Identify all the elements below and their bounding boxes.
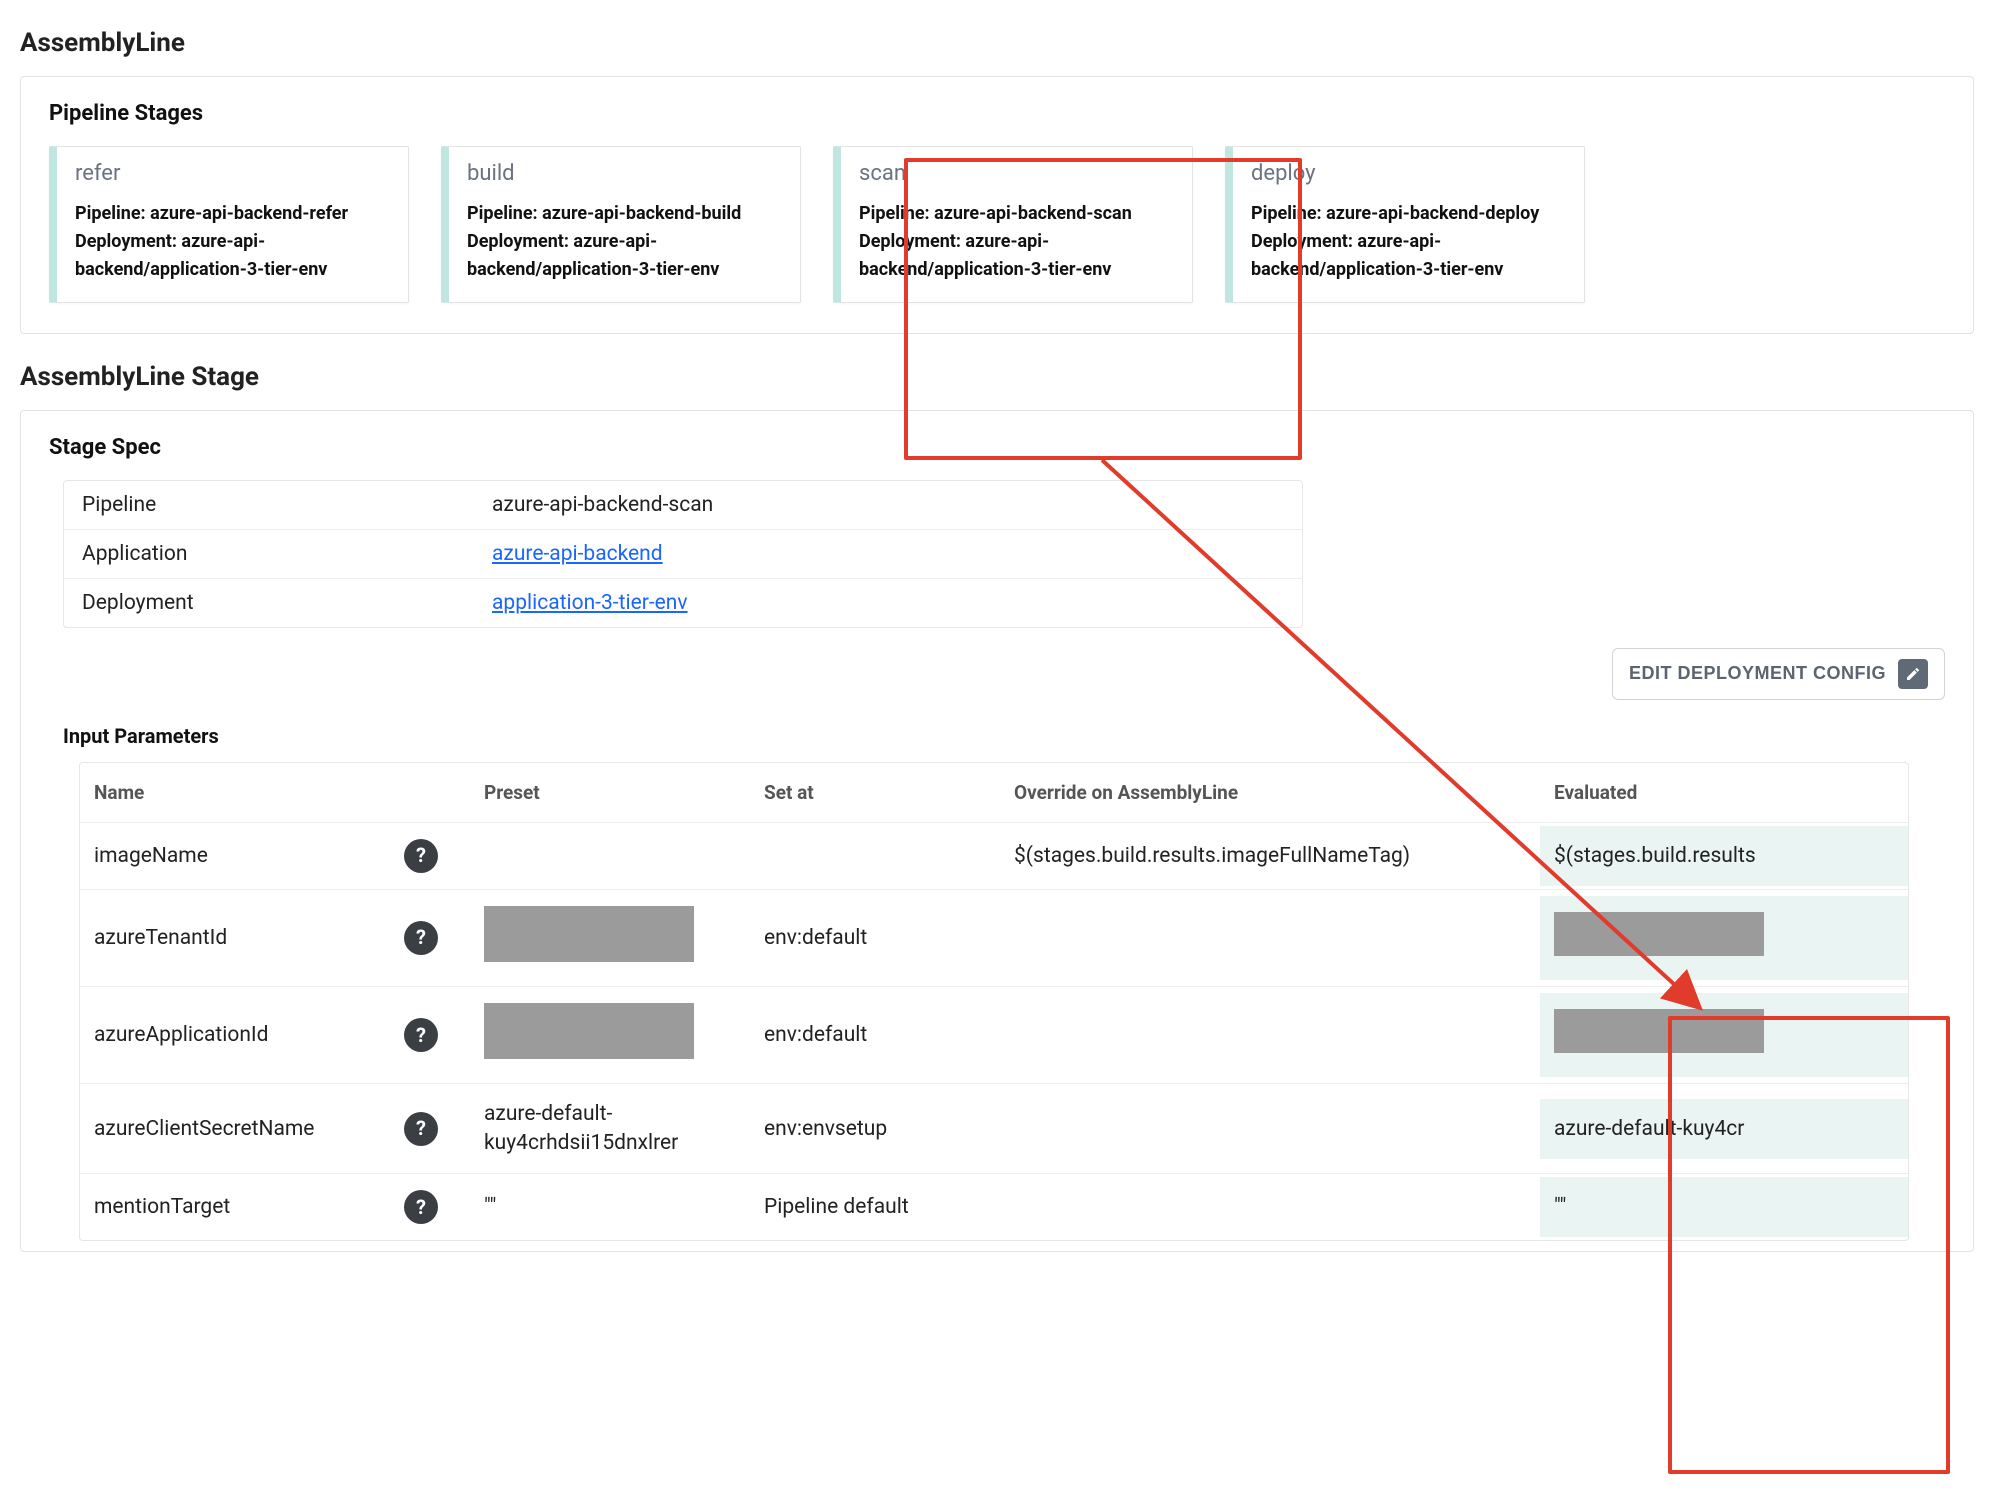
- deployment-link[interactable]: application-3-tier-env: [492, 591, 688, 615]
- stage-name: refer: [75, 161, 390, 186]
- param-evaluated: $(stages.build.results: [1540, 826, 1909, 886]
- help-icon[interactable]: ?: [404, 1018, 438, 1052]
- redacted-block: [484, 906, 694, 962]
- stage-name: deploy: [1251, 161, 1566, 186]
- param-set-at: [750, 840, 1000, 872]
- col-help: [390, 774, 470, 810]
- param-row: azureTenantId? env:default: [80, 890, 1908, 987]
- stage-card-scan[interactable]: scan Pipeline: azure-api-backend-scanDepl…: [833, 146, 1193, 303]
- redacted-block: [1554, 912, 1764, 956]
- param-row: azureClientSecretName? azure-default-kuy4…: [80, 1084, 1908, 1174]
- stage-deployment-text: Deployment: azure-api-backend/applicatio…: [1251, 228, 1566, 284]
- param-help-cell: ?: [390, 905, 470, 971]
- param-evaluated: azure-default-kuy4cr: [1540, 1099, 1909, 1159]
- stage-deployment-text: Deployment: azure-api-backend/applicatio…: [859, 228, 1174, 284]
- param-evaluated: "": [1540, 1177, 1909, 1237]
- param-evaluated: [1540, 896, 1909, 980]
- param-override: [1000, 922, 1540, 954]
- param-preset: [470, 840, 750, 872]
- col-preset: Preset: [470, 763, 750, 822]
- pipeline-stages-title: Pipeline Stages: [49, 101, 1945, 126]
- stage-deployment-text: Deployment: azure-api-backend/applicatio…: [467, 228, 782, 284]
- stage-card-build[interactable]: build Pipeline: azure-api-backend-buildDe…: [441, 146, 801, 303]
- help-icon[interactable]: ?: [404, 1112, 438, 1146]
- param-name: azureClientSecretName: [80, 1099, 390, 1159]
- stage-spec-panel: Stage Spec Pipeline azure-api-backend-sc…: [20, 410, 1974, 1252]
- application-link[interactable]: azure-api-backend: [492, 542, 663, 566]
- edit-deployment-config-button[interactable]: EDIT DEPLOYMENT CONFIG: [1612, 648, 1945, 700]
- param-set-at: Pipeline default: [750, 1177, 1000, 1237]
- param-help-cell: ?: [390, 823, 470, 889]
- spec-key-pipeline: Pipeline: [82, 493, 492, 517]
- page-root: AssemblyLine Pipeline Stages referPipeli…: [20, 28, 1974, 1252]
- param-help-cell: ?: [390, 1002, 470, 1068]
- param-set-at: env:default: [750, 1005, 1000, 1065]
- assemblyline-heading: AssemblyLine: [20, 28, 1974, 58]
- input-parameters-title: Input Parameters: [63, 724, 1945, 748]
- spec-key-application: Application: [82, 542, 492, 566]
- stage-pipeline-text: Pipeline: azure-api-backend-deploy: [1251, 200, 1566, 228]
- stage-row: referPipeline: azure-api-backend-referDe…: [49, 146, 1945, 303]
- param-preset: [470, 890, 750, 986]
- param-name: azureApplicationId: [80, 1005, 390, 1065]
- param-override: [1000, 1113, 1540, 1145]
- stage-card-refer[interactable]: refer Pipeline: azure-api-backend-referDe…: [49, 146, 409, 303]
- edit-button-label: EDIT DEPLOYMENT CONFIG: [1629, 663, 1886, 684]
- stage-name: build: [467, 161, 782, 186]
- spec-row-pipeline: Pipeline azure-api-backend-scan: [64, 481, 1302, 530]
- param-evaluated: [1540, 993, 1909, 1077]
- stage-name: scan: [859, 161, 1174, 186]
- param-row: azureApplicationId? env:default: [80, 987, 1908, 1084]
- param-override: [1000, 1191, 1540, 1223]
- param-help-cell: ?: [390, 1096, 470, 1162]
- param-row: mentionTarget?""Pipeline default"": [80, 1174, 1908, 1240]
- col-setat: Set at: [750, 763, 1000, 822]
- spec-row-deployment: Deployment application-3-tier-env: [64, 579, 1302, 627]
- stage-card-deploy[interactable]: deploy Pipeline: azure-api-backend-deploy…: [1225, 146, 1585, 303]
- param-set-at: env:default: [750, 908, 1000, 968]
- assemblyline-stage-heading: AssemblyLine Stage: [20, 362, 1974, 392]
- param-preset: "": [470, 1177, 750, 1237]
- redacted-block: [1554, 1009, 1764, 1053]
- param-override: $(stages.build.results.imageFullNameTag): [1000, 826, 1540, 886]
- pencil-icon: [1898, 659, 1928, 689]
- stage-deployment-text: Deployment: azure-api-backend/applicatio…: [75, 228, 390, 284]
- param-help-cell: ?: [390, 1174, 470, 1240]
- stage-spec-title: Stage Spec: [49, 435, 1945, 460]
- param-name: mentionTarget: [80, 1177, 390, 1237]
- pipeline-stages-panel: Pipeline Stages refer Pipeline: azure-api…: [20, 76, 1974, 334]
- spec-row-application: Application azure-api-backend: [64, 530, 1302, 579]
- param-override: [1000, 1019, 1540, 1051]
- param-preset: [470, 987, 750, 1083]
- params-header-row: Name Preset Set at Override on AssemblyL…: [80, 763, 1908, 823]
- stage-spec-table: Pipeline azure-api-backend-scan Applicat…: [63, 480, 1303, 628]
- param-preset: azure-default-kuy4crhdsii15dnxlrer: [470, 1084, 750, 1173]
- stage-pipeline-text: Pipeline: azure-api-backend-build: [467, 200, 782, 228]
- help-icon[interactable]: ?: [404, 1190, 438, 1224]
- param-row: imageName? $(stages.build.results.imageFu…: [80, 823, 1908, 890]
- input-parameters-table: Name Preset Set at Override on AssemblyL…: [79, 762, 1909, 1241]
- col-override: Override on AssemblyLine: [1000, 763, 1540, 822]
- param-name: azureTenantId: [80, 908, 390, 968]
- stage-pipeline-text: Pipeline: azure-api-backend-scan: [859, 200, 1174, 228]
- stage-pipeline-text: Pipeline: azure-api-backend-refer: [75, 200, 390, 228]
- spec-key-deployment: Deployment: [82, 591, 492, 615]
- edit-config-row: EDIT DEPLOYMENT CONFIG: [49, 638, 1945, 706]
- help-icon[interactable]: ?: [404, 839, 438, 873]
- redacted-block: [484, 1003, 694, 1059]
- col-name: Name: [80, 763, 390, 822]
- col-evaluated: Evaluated: [1540, 763, 1909, 822]
- param-set-at: env:envsetup: [750, 1099, 1000, 1159]
- spec-val-pipeline: azure-api-backend-scan: [492, 493, 713, 517]
- help-icon[interactable]: ?: [404, 921, 438, 955]
- param-name: imageName: [80, 826, 390, 886]
